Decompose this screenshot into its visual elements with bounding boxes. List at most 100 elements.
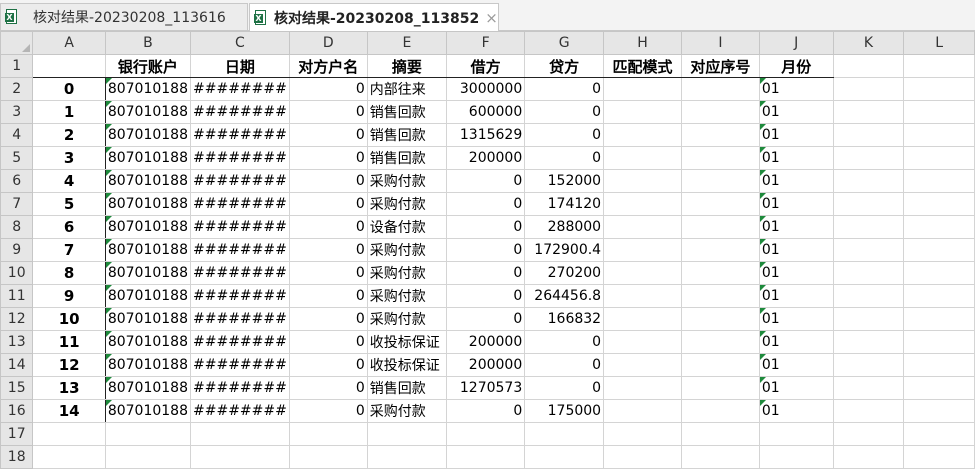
date-cell[interactable]: ######## bbox=[190, 353, 290, 377]
close-tab-icon[interactable]: × bbox=[485, 9, 498, 27]
month-cell[interactable]: 01 bbox=[758, 284, 834, 308]
column-header-e[interactable]: E bbox=[366, 31, 448, 55]
party-cell[interactable]: 0 bbox=[288, 100, 368, 124]
month-cell[interactable]: 01 bbox=[758, 353, 834, 377]
tab-workbook-113852[interactable]: X 核对结果-20230208_113852 × bbox=[249, 3, 499, 31]
row-header[interactable]: 12 bbox=[0, 307, 34, 331]
date-cell[interactable]: ######## bbox=[190, 146, 290, 170]
credit-cell[interactable]: 0 bbox=[524, 353, 605, 377]
month-cell[interactable]: 01 bbox=[758, 77, 834, 101]
empty-cell[interactable] bbox=[190, 445, 290, 469]
row-header[interactable]: 9 bbox=[0, 238, 34, 262]
empty-cell[interactable] bbox=[903, 422, 975, 446]
empty-cell[interactable] bbox=[104, 445, 192, 469]
debit-cell[interactable]: 3000000 bbox=[446, 77, 526, 101]
month-cell[interactable]: 01 bbox=[758, 330, 834, 354]
month-cell[interactable]: 01 bbox=[758, 215, 834, 239]
header-cell[interactable]: 借方 bbox=[446, 54, 526, 78]
empty-cell[interactable] bbox=[32, 445, 106, 469]
header-cell[interactable]: 对应序号 bbox=[680, 54, 760, 78]
credit-cell[interactable]: 152000 bbox=[524, 169, 605, 193]
index-cell[interactable]: 7 bbox=[32, 238, 106, 262]
header-cell[interactable]: 月份 bbox=[758, 54, 834, 78]
header-cell[interactable]: 银行账户 bbox=[104, 54, 192, 78]
empty-cell[interactable] bbox=[832, 123, 905, 147]
account-cell[interactable]: 807010188 bbox=[104, 169, 192, 193]
row-header[interactable]: 1 bbox=[0, 54, 34, 78]
row-header[interactable]: 6 bbox=[0, 169, 34, 193]
row-header[interactable]: 17 bbox=[0, 422, 34, 446]
month-cell[interactable]: 01 bbox=[758, 399, 834, 423]
index-cell[interactable]: 12 bbox=[32, 353, 106, 377]
row-header[interactable]: 18 bbox=[0, 445, 34, 469]
row-header[interactable]: 16 bbox=[0, 399, 34, 423]
account-cell[interactable]: 807010188 bbox=[104, 192, 192, 216]
empty-cell[interactable] bbox=[524, 422, 605, 446]
empty-cell[interactable] bbox=[903, 330, 975, 354]
account-cell[interactable]: 807010188 bbox=[104, 123, 192, 147]
summary-cell[interactable]: 采购付款 bbox=[366, 169, 448, 193]
empty-cell[interactable] bbox=[680, 169, 760, 193]
header-cell[interactable]: 摘要 bbox=[366, 54, 448, 78]
party-cell[interactable]: 0 bbox=[288, 353, 368, 377]
summary-cell[interactable]: 销售回款 bbox=[366, 100, 448, 124]
empty-cell[interactable] bbox=[832, 54, 905, 78]
empty-cell[interactable] bbox=[903, 238, 975, 262]
empty-cell[interactable] bbox=[832, 238, 905, 262]
account-cell[interactable]: 807010188 bbox=[104, 284, 192, 308]
header-cell[interactable]: 日期 bbox=[190, 54, 290, 78]
empty-cell[interactable] bbox=[366, 445, 448, 469]
empty-cell[interactable] bbox=[903, 146, 975, 170]
month-cell[interactable]: 01 bbox=[758, 169, 834, 193]
summary-cell[interactable]: 销售回款 bbox=[366, 146, 448, 170]
empty-cell[interactable] bbox=[446, 422, 526, 446]
index-cell[interactable]: 9 bbox=[32, 284, 106, 308]
empty-cell[interactable] bbox=[288, 422, 368, 446]
month-cell[interactable]: 01 bbox=[758, 238, 834, 262]
index-cell[interactable]: 8 bbox=[32, 261, 106, 285]
empty-cell[interactable] bbox=[32, 422, 106, 446]
empty-cell[interactable] bbox=[832, 376, 905, 400]
debit-cell[interactable]: 1315629 bbox=[446, 123, 526, 147]
index-cell[interactable]: 3 bbox=[32, 146, 106, 170]
empty-cell[interactable] bbox=[832, 100, 905, 124]
index-cell[interactable]: 6 bbox=[32, 215, 106, 239]
summary-cell[interactable]: 采购付款 bbox=[366, 399, 448, 423]
debit-cell[interactable]: 200000 bbox=[446, 353, 526, 377]
empty-cell[interactable] bbox=[832, 215, 905, 239]
party-cell[interactable]: 0 bbox=[288, 307, 368, 331]
credit-cell[interactable]: 0 bbox=[524, 100, 605, 124]
header-cell[interactable]: 贷方 bbox=[524, 54, 605, 78]
month-cell[interactable]: 01 bbox=[758, 261, 834, 285]
row-header[interactable]: 4 bbox=[0, 123, 34, 147]
row-header[interactable]: 13 bbox=[0, 330, 34, 354]
column-header-l[interactable]: L bbox=[903, 31, 975, 55]
empty-cell[interactable] bbox=[758, 445, 834, 469]
empty-cell[interactable] bbox=[603, 422, 682, 446]
empty-cell[interactable] bbox=[603, 77, 682, 101]
party-cell[interactable]: 0 bbox=[288, 192, 368, 216]
credit-cell[interactable]: 0 bbox=[524, 146, 605, 170]
empty-cell[interactable] bbox=[680, 307, 760, 331]
empty-cell[interactable] bbox=[903, 169, 975, 193]
date-cell[interactable]: ######## bbox=[190, 77, 290, 101]
empty-cell[interactable] bbox=[680, 376, 760, 400]
month-cell[interactable]: 01 bbox=[758, 192, 834, 216]
column-header-g[interactable]: G bbox=[524, 31, 605, 55]
date-cell[interactable]: ######## bbox=[190, 376, 290, 400]
empty-cell[interactable] bbox=[603, 399, 682, 423]
empty-cell[interactable] bbox=[524, 445, 605, 469]
empty-cell[interactable] bbox=[903, 77, 975, 101]
date-cell[interactable]: ######## bbox=[190, 261, 290, 285]
column-header-i[interactable]: I bbox=[680, 31, 760, 55]
select-all-corner[interactable] bbox=[0, 31, 34, 55]
empty-cell[interactable] bbox=[603, 169, 682, 193]
empty-cell[interactable] bbox=[832, 399, 905, 423]
party-cell[interactable]: 0 bbox=[288, 261, 368, 285]
summary-cell[interactable]: 设备付款 bbox=[366, 215, 448, 239]
row-header[interactable]: 2 bbox=[0, 77, 34, 101]
account-cell[interactable]: 807010188 bbox=[104, 261, 192, 285]
account-cell[interactable]: 807010188 bbox=[104, 238, 192, 262]
empty-cell[interactable] bbox=[832, 261, 905, 285]
empty-cell[interactable] bbox=[903, 399, 975, 423]
